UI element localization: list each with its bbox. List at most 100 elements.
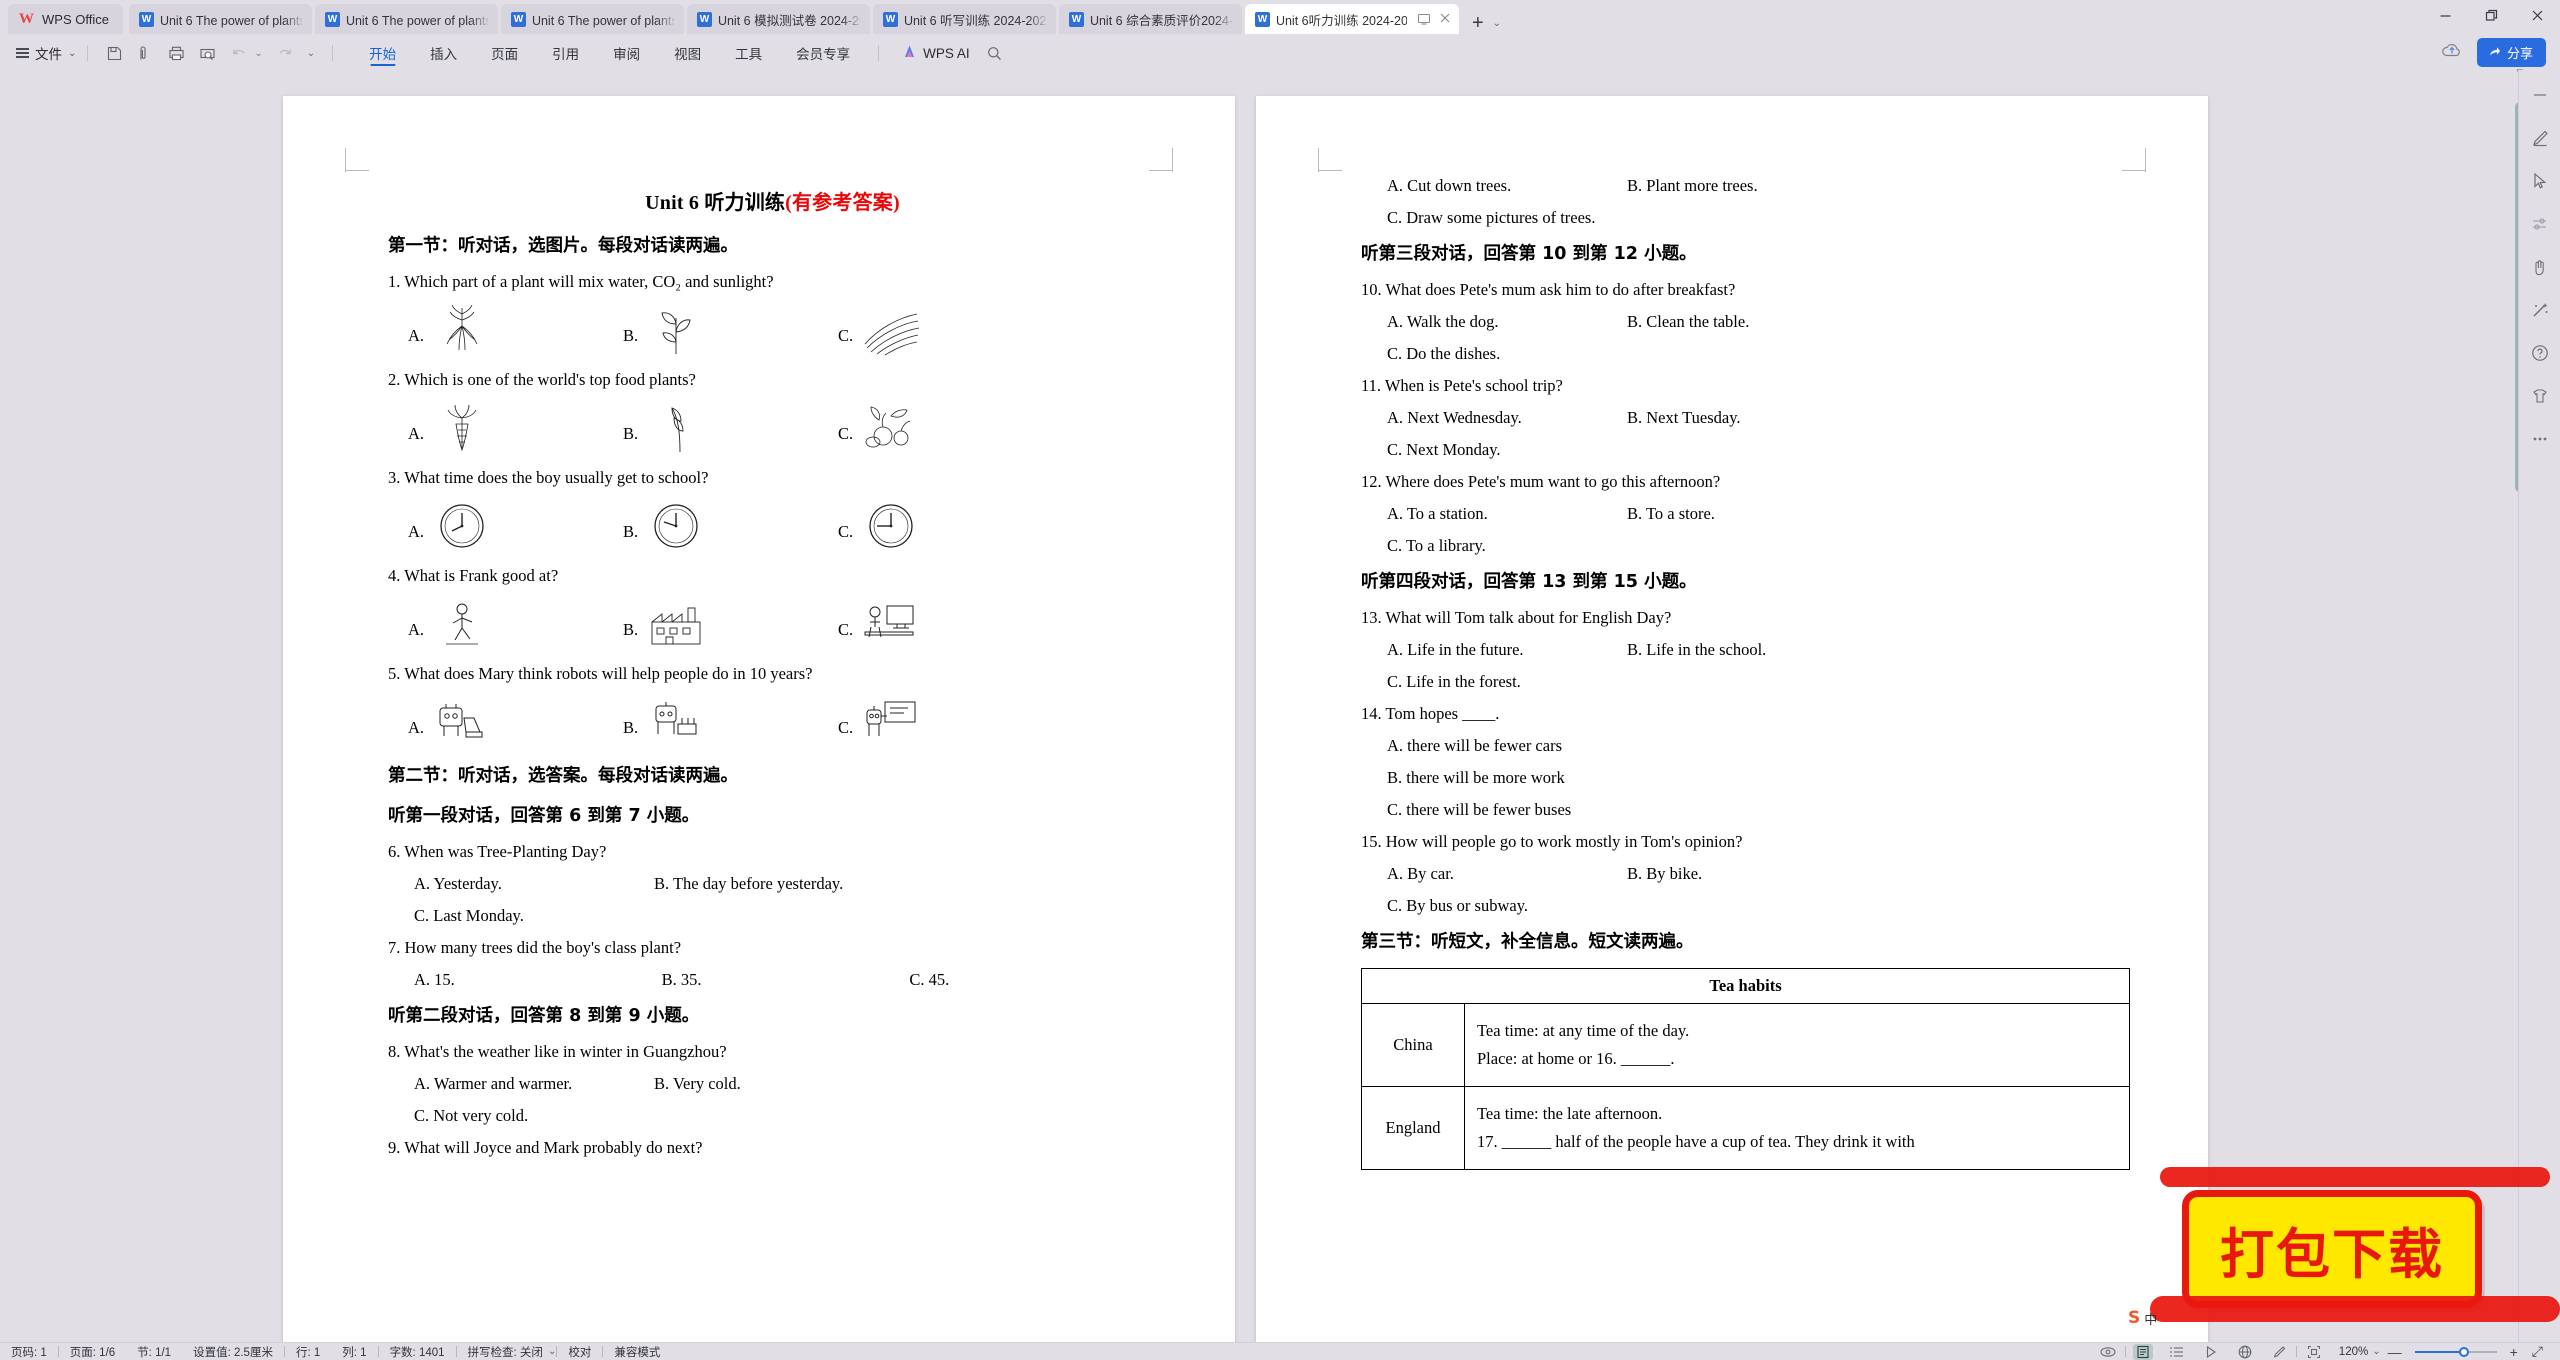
document-tab[interactable]: W Unit 6 The power of plants重点短语 xyxy=(500,4,684,34)
close-tab-icon[interactable] xyxy=(1439,12,1453,26)
share-button[interactable]: 分享 xyxy=(2476,38,2546,67)
sliders-icon[interactable] xyxy=(2529,213,2551,235)
word-file-icon: W xyxy=(1254,11,1270,27)
option-a: A. Walk the dog. xyxy=(1387,312,1499,331)
maximize-button[interactable] xyxy=(2468,0,2514,30)
document-tab[interactable]: W Unit 6 综合素质评价2024-2025学年外 xyxy=(1058,4,1242,34)
zoom-caret-icon[interactable]: ⌄ xyxy=(2372,1346,2380,1357)
pen-icon[interactable] xyxy=(2529,127,2551,149)
document-page-right: A. Cut down trees. B. Plant more trees. … xyxy=(1256,96,2208,1346)
ribbon-tab-0[interactable]: 开始 xyxy=(352,36,413,70)
country-cell: England xyxy=(1361,1086,1465,1170)
help-icon[interactable] xyxy=(2529,342,2551,364)
spell-check-caret-icon[interactable]: ⌄ xyxy=(548,1346,556,1357)
zoom-slider[interactable] xyxy=(2414,1346,2497,1357)
robot-cooking-image xyxy=(646,696,706,748)
status-item-8[interactable]: 校对 xyxy=(557,1344,602,1360)
fullscreen-fit-icon[interactable] xyxy=(2304,1344,2324,1360)
document-tab[interactable]: W Unit 6 The power of plants 单元测 xyxy=(128,4,312,34)
web-view-icon[interactable] xyxy=(2235,1344,2255,1360)
wps-ai-button[interactable]: WPS AI xyxy=(890,44,982,62)
picture-option: A. xyxy=(408,304,623,356)
more-icon[interactable] xyxy=(2529,428,2551,450)
picture-option: B. xyxy=(623,696,838,748)
option-b: B. Life in the school. xyxy=(1627,640,1767,659)
status-item-1[interactable]: 页面: 1/6 xyxy=(59,1344,126,1360)
document-canvas[interactable]: Unit 6 听力训练(有参考答案) 第一节：听对话，选图片。每段对话读两遍。 … xyxy=(0,68,2560,1346)
read-view-icon[interactable] xyxy=(2201,1344,2221,1360)
zoom-slider-knob[interactable] xyxy=(2458,1346,2469,1357)
undo-icon[interactable] xyxy=(230,45,247,62)
ribbon-tab-2[interactable]: 页面 xyxy=(474,36,535,70)
zoom-out-button[interactable]: — xyxy=(2381,1344,2409,1360)
cloud-upload-icon[interactable] xyxy=(2441,41,2463,64)
more-caret-icon[interactable]: ⌄ xyxy=(307,48,315,59)
option-b: B. By bike. xyxy=(1627,864,1703,883)
robot-cleaning-image xyxy=(432,696,492,748)
ribbon-tab-4[interactable]: 审阅 xyxy=(596,36,657,70)
ime-indicator[interactable]: S 中 xyxy=(2128,1308,2157,1328)
picture-option-label: B. xyxy=(623,620,639,639)
wps-home-tab[interactable]: W WPS Office xyxy=(8,4,123,34)
close-window-button[interactable] xyxy=(2514,0,2560,30)
question-12: 12. Where does Pete's mum want to go thi… xyxy=(1361,472,1721,491)
redo-icon[interactable] xyxy=(277,45,294,62)
ribbon-tab-6[interactable]: 工具 xyxy=(718,36,779,70)
zoom-slider-track[interactable] xyxy=(2414,1346,2497,1357)
document-tab[interactable]: W Unit 6 The power of plants单词英汉 xyxy=(314,4,498,34)
clock-eight-image xyxy=(646,500,706,552)
computer-desk-image xyxy=(861,598,921,650)
ribbon-tab-1[interactable]: 插入 xyxy=(413,36,474,70)
fullscreen-button[interactable]: ⤢ xyxy=(2525,1343,2550,1360)
document-tab[interactable]: W Unit 6听力训练 2024-2025学 xyxy=(1244,4,1459,34)
document-tab[interactable]: W Unit 6 模拟测试卷 2024-2025学年外 xyxy=(686,4,870,34)
factory-image xyxy=(646,598,706,650)
outline-view-icon[interactable] xyxy=(2167,1344,2187,1360)
search-icon[interactable] xyxy=(986,45,1003,62)
print-preview-icon[interactable] xyxy=(199,45,216,62)
magic-wand-icon[interactable] xyxy=(2529,299,2551,321)
eye-icon[interactable] xyxy=(2098,1344,2118,1360)
status-item-3[interactable]: 设置值: 2.5厘米 xyxy=(182,1344,284,1360)
page-view-icon[interactable] xyxy=(2132,1343,2153,1360)
zoom-in-button[interactable]: + xyxy=(2503,1344,2525,1360)
status-item-4[interactable]: 行: 1 xyxy=(285,1344,331,1360)
tab-list-button[interactable]: ⌄ xyxy=(1493,18,1501,29)
undo-caret-icon[interactable]: ⌄ xyxy=(254,48,262,59)
hand-tool-icon[interactable] xyxy=(2529,256,2551,278)
ribbon-tab-5[interactable]: 视图 xyxy=(657,36,718,70)
status-item-6[interactable]: 字数: 1401 xyxy=(379,1344,456,1360)
question-8-options: A. Warmer and warmer. B. Very cold. xyxy=(388,1074,1157,1094)
header-right-actions: 分享 xyxy=(2441,38,2546,67)
brush-icon[interactable] xyxy=(2269,1344,2289,1360)
download-watermark-button[interactable]: 打包下载 xyxy=(2182,1190,2482,1308)
status-item-5[interactable]: 列: 1 xyxy=(331,1344,377,1360)
status-item-9[interactable]: 兼容模式 xyxy=(603,1344,671,1360)
left-page-content: Unit 6 听力训练(有参考答案) 第一节：听对话，选图片。每段对话读两遍。 … xyxy=(388,186,1157,1170)
status-item-2[interactable]: 节: 1/1 xyxy=(126,1344,182,1360)
ribbon-tab-3[interactable]: 引用 xyxy=(535,36,596,70)
collapse-icon[interactable] xyxy=(2529,84,2551,106)
zoom-level-label[interactable]: 120% xyxy=(2339,1346,2368,1358)
save-as-icon[interactable] xyxy=(137,45,154,62)
present-icon[interactable] xyxy=(1417,12,1431,26)
new-tab-button[interactable]: + xyxy=(1472,13,1484,33)
skin-icon[interactable] xyxy=(2529,385,2551,407)
save-icon[interactable] xyxy=(106,45,123,62)
option-c: C. 45. xyxy=(909,970,950,989)
minimize-button[interactable] xyxy=(2422,0,2468,30)
option-a: A. By car. xyxy=(1387,864,1454,883)
question-9: 9. What will Joyce and Mark probably do … xyxy=(388,1138,703,1157)
print-icon[interactable] xyxy=(168,45,185,62)
question-11-option-c: C. Next Monday. xyxy=(1387,440,1501,459)
file-menu-button[interactable]: 文件 ⌄ xyxy=(16,43,76,63)
status-item-7[interactable]: 拼写检查: 关闭 xyxy=(457,1344,554,1360)
ribbon-tab-7[interactable]: 会员专享 xyxy=(779,36,867,70)
divider xyxy=(87,45,89,61)
detail-cell: Tea time: at any time of the day. Place: … xyxy=(1464,1003,2130,1087)
section1-heading: 第一节：听对话，选图片。每段对话读两遍。 xyxy=(388,236,738,256)
cursor-select-icon[interactable] xyxy=(2529,170,2551,192)
status-item-0[interactable]: 页码: 1 xyxy=(0,1344,58,1360)
document-tab[interactable]: W Unit 6 听写训练 2024-2025学年外研 xyxy=(872,4,1056,34)
picture-option-label: C. xyxy=(838,424,854,443)
